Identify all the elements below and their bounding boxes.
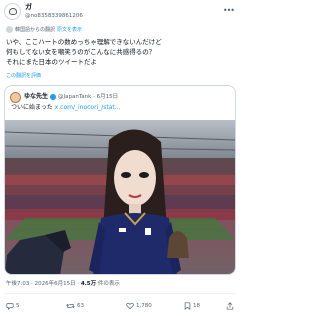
quoted-tweet-image[interactable]	[5, 120, 235, 275]
tweet-timestamp[interactable]: 午後7:03 · 2026年6月15日 · 4.5万 件の表示	[6, 280, 120, 288]
quoted-tweet-link[interactable]: x.com/_inocori_/stat...	[55, 104, 121, 111]
retweet-count: 63	[77, 303, 84, 309]
quoted-author-handle: @JapanTank	[58, 94, 92, 100]
tweet-text-line: それにまた日本のツイートだよ	[6, 58, 97, 66]
quoted-author-name: ゆな先生	[24, 93, 49, 100]
tweet-header: ガ @no8358339861206 •••	[4, 2, 236, 22]
bookmark-button[interactable]: 18	[184, 300, 200, 312]
share-button[interactable]	[226, 300, 236, 312]
quoted-tweet-text: ついに始まった x.com/_inocori_/stat...	[11, 103, 120, 112]
like-button[interactable]: 1,780	[126, 300, 152, 312]
translate-icon	[6, 26, 13, 33]
tweet-text-line: いや、ここハートの数めっちゃ理解できないんだけど	[6, 38, 162, 46]
author-handle[interactable]: @no8358339861206	[25, 12, 83, 20]
reply-icon	[6, 302, 14, 310]
character-eye	[139, 172, 149, 178]
quoted-tweet-date: 6月15日	[96, 94, 119, 100]
reply-count: 5	[16, 303, 20, 309]
more-options-icon[interactable]: •••	[223, 6, 235, 15]
avatar-face-icon	[9, 8, 17, 15]
like-icon	[126, 302, 134, 309]
translation-notice: 韓国語からの翻訳 原文を表示	[6, 26, 236, 35]
quoted-tweet-body: ついに始まった	[11, 104, 53, 111]
reply-button[interactable]: 5	[6, 300, 20, 312]
jersey-crest	[145, 228, 151, 235]
view-count: 4.5万	[80, 281, 97, 287]
like-count: 1,780	[136, 303, 152, 309]
view-count-label: 件の表示	[96, 281, 120, 287]
quoted-author-avatar	[10, 92, 21, 103]
timestamp-time: 午後7:03 · 2026年6月15日 ·	[6, 281, 81, 287]
share-icon	[226, 301, 234, 310]
bookmark-icon	[184, 301, 191, 310]
tweet-text-line: 何もしてない女を嘲笑うのがこんなに共感得るの？	[6, 48, 156, 56]
character-jersey	[93, 213, 177, 274]
character-neck	[129, 204, 141, 214]
rate-translation-link[interactable]: この翻訳を評価	[6, 72, 41, 80]
verified-badge-icon	[50, 93, 57, 100]
divider	[4, 293, 236, 294]
translation-label: 韓国語からの翻訳	[15, 27, 56, 33]
show-original-link[interactable]: 原文を表示	[57, 27, 82, 33]
character-eye	[121, 172, 131, 178]
bookmark-count: 18	[193, 303, 200, 309]
tweet-actions: 5 63 1,780 18	[4, 300, 236, 312]
retweet-icon	[66, 303, 75, 308]
author-avatar[interactable]	[4, 3, 21, 20]
quoted-tweet-card[interactable]: ゆな先生 @JapanTank · 6月15日 ついに始まった x.com/_in…	[4, 85, 236, 275]
quoted-author-line: ゆな先生 @JapanTank · 6月15日	[24, 93, 119, 100]
author-display-name[interactable]: ガ	[25, 3, 32, 12]
jersey-logo	[119, 228, 126, 232]
retweet-button[interactable]: 63	[66, 300, 84, 312]
tweet-text: いや、ここハートの数めっちゃ理解できないんだけど 何もしてない女を嘲笑うのがこん…	[6, 37, 236, 67]
